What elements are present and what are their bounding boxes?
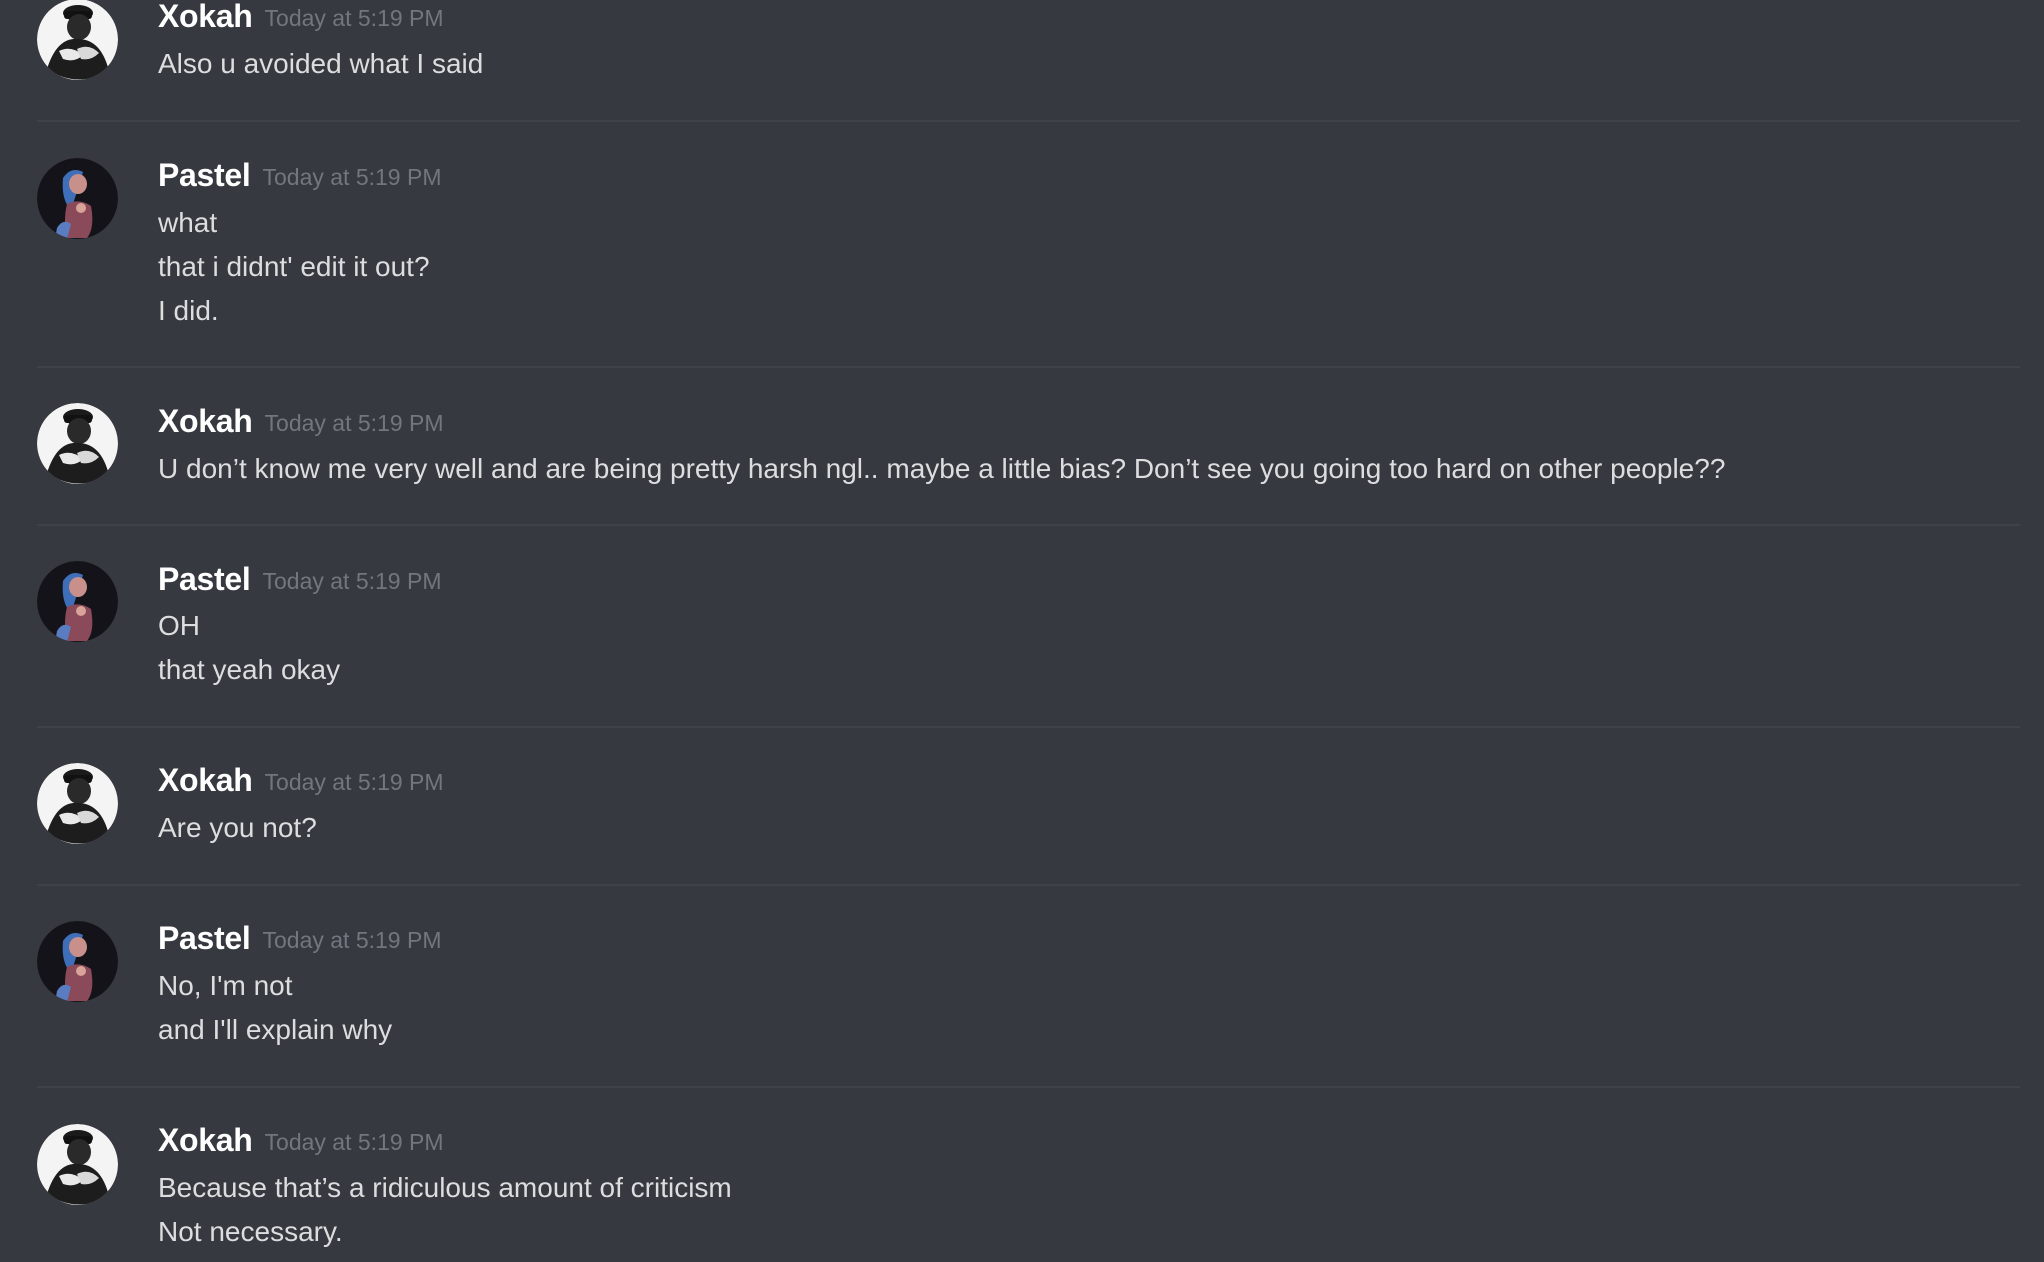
username[interactable]: Pastel (158, 920, 251, 956)
username[interactable]: Pastel (158, 157, 251, 193)
message-group: Xokah Today at 5:19 PM Because that’s a r… (0, 1088, 2044, 1262)
pastel-avatar[interactable] (37, 158, 118, 239)
user-avatar-icon (37, 158, 118, 239)
message-text: that i didnt' edit it out? (158, 251, 430, 282)
message-text: that yeah okay (158, 654, 341, 685)
xokah-avatar[interactable] (37, 0, 118, 80)
user-avatar-icon (37, 921, 118, 1002)
pastel-avatar[interactable] (37, 921, 118, 1002)
user-avatar-icon (37, 763, 118, 844)
message-timestamp: Today at 5:19 PM (264, 1129, 444, 1155)
xokah-avatar[interactable] (37, 763, 118, 844)
message-group: Pastel Today at 5:19 PM No, I'm not and I… (0, 886, 2044, 1086)
message-group: Xokah Today at 5:19 PM Also u avoided wha… (0, 0, 2044, 122)
user-avatar-icon (37, 1124, 118, 1205)
message-header: Xokah Today at 5:19 PM (158, 403, 444, 443)
message-text: Also u avoided what I said (158, 48, 484, 79)
message-text: Not necessary. (158, 1216, 343, 1247)
message-header: Pastel Today at 5:19 PM (158, 920, 441, 960)
message-timestamp: Today at 5:19 PM (264, 410, 444, 436)
user-avatar-icon (37, 403, 118, 484)
message-text: OH (158, 610, 200, 641)
message-timestamp: Today at 5:19 PM (262, 164, 442, 190)
message-header: Xokah Today at 5:19 PM (158, 0, 444, 38)
message-header: Pastel Today at 5:19 PM (158, 157, 441, 197)
xokah-avatar[interactable] (37, 1124, 118, 1205)
message-text: what (158, 207, 218, 238)
message-header: Pastel Today at 5:19 PM (158, 561, 441, 601)
username[interactable]: Pastel (158, 561, 251, 597)
message-group: Xokah Today at 5:19 PM U don’t know me ve… (0, 368, 2044, 525)
user-avatar-icon (37, 561, 118, 642)
message-list: Xokah Today at 5:19 PM Also u avoided wha… (0, 0, 2044, 1262)
message-text: No, I'm not (158, 970, 293, 1001)
pastel-avatar[interactable] (37, 561, 118, 642)
username[interactable]: Xokah (158, 762, 253, 798)
message-header: Xokah Today at 5:19 PM (158, 762, 444, 802)
message-group: Pastel Today at 5:19 PM OH that yeah okay (0, 526, 2044, 726)
message-text: Because that’s a ridiculous amount of cr… (158, 1172, 732, 1203)
message-text: U don’t know me very well and are being … (158, 453, 1726, 484)
message-text: and I'll explain why (158, 1014, 393, 1045)
message-group: Xokah Today at 5:19 PM Are you not? (0, 728, 2044, 885)
message-text: I did. (158, 295, 219, 326)
message-timestamp: Today at 5:19 PM (264, 769, 444, 795)
message-timestamp: Today at 5:19 PM (264, 5, 444, 31)
message-group: Pastel Today at 5:19 PM what that i didnt… (0, 122, 2044, 366)
message-timestamp: Today at 5:19 PM (262, 568, 442, 594)
message-timestamp: Today at 5:19 PM (262, 927, 442, 953)
username[interactable]: Xokah (158, 403, 253, 439)
user-avatar-icon (37, 0, 118, 80)
message-text: Are you not? (158, 812, 317, 843)
message-header: Xokah Today at 5:19 PM (158, 1122, 444, 1162)
username[interactable]: Xokah (158, 1122, 253, 1158)
username[interactable]: Xokah (158, 0, 253, 34)
xokah-avatar[interactable] (37, 403, 118, 484)
